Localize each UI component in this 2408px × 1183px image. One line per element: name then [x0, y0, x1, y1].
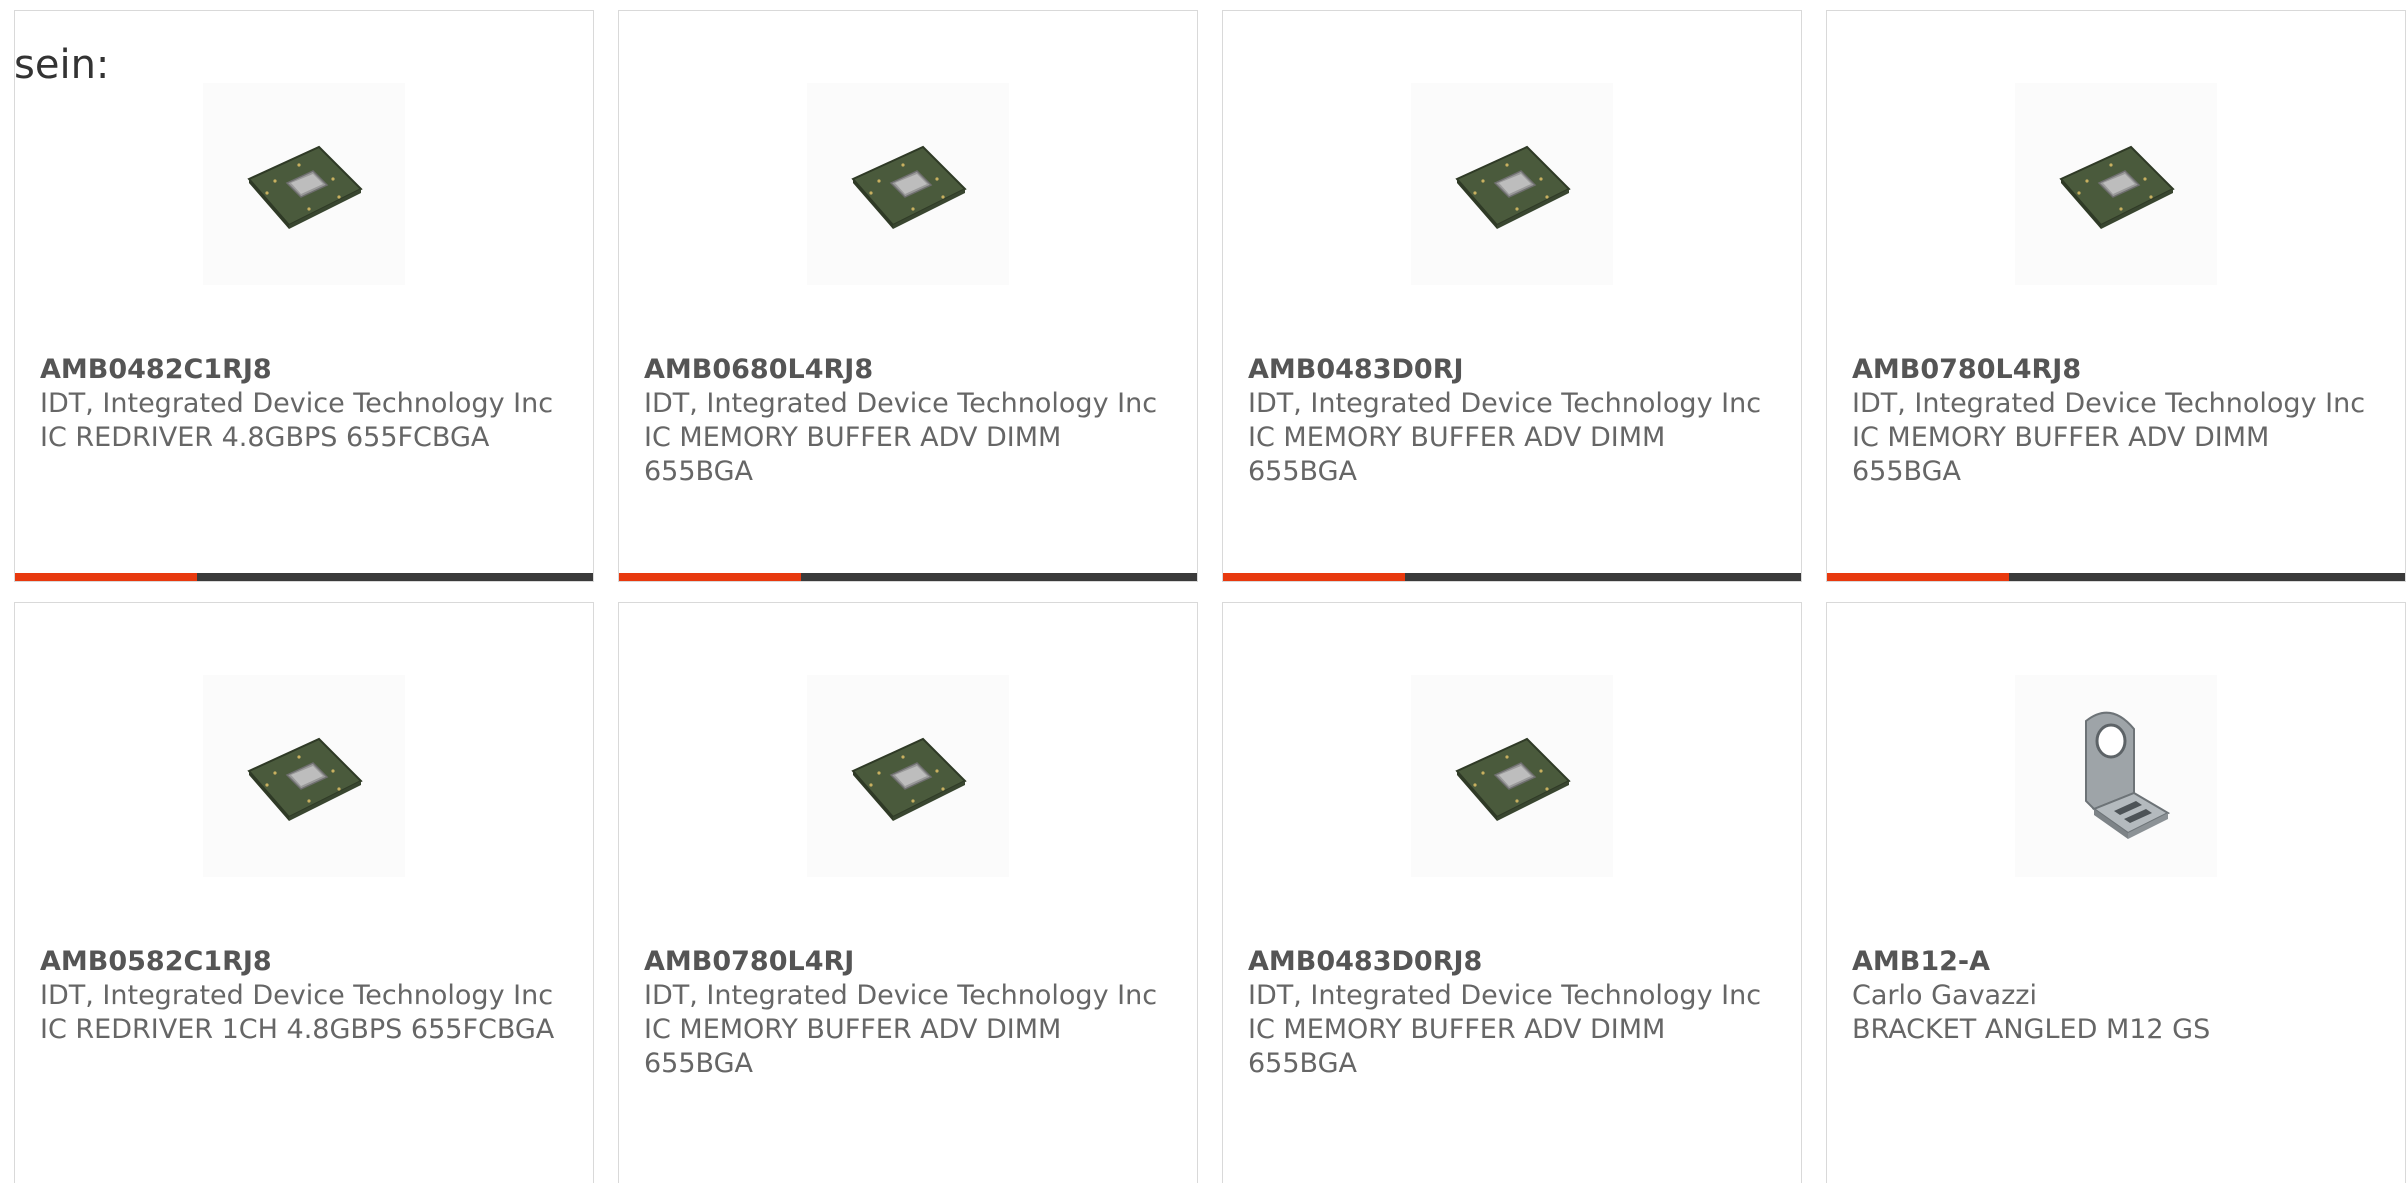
description: IC MEMORY BUFFER ADV DIMM 655BGA	[1248, 422, 1666, 487]
product-card[interactable]: AMB0780L4RJ8 IDT, Integrated Device Tech…	[1826, 10, 2406, 582]
card-bottom-bar	[1223, 573, 1801, 581]
description: IC REDRIVER 1CH 4.8GBPS 655FCBGA	[40, 1014, 555, 1045]
product-card[interactable]: AMB0482C1RJ8 IDT, Integrated Device Tech…	[14, 10, 594, 582]
chip-icon	[1447, 731, 1577, 821]
card-accent-bar	[15, 573, 197, 581]
product-card[interactable]: AMB0582C1RJ8 IDT, Integrated Device Tech…	[14, 602, 594, 1183]
product-image[interactable]	[807, 675, 1009, 877]
card-bottom-bar	[619, 573, 1197, 581]
bracket-icon	[2056, 701, 2176, 851]
chip-icon	[239, 731, 369, 821]
product-image[interactable]	[807, 83, 1009, 285]
description: BRACKET ANGLED M12 GS	[1852, 1014, 2211, 1045]
card-bottom-bar	[1827, 573, 2405, 581]
chip-icon	[843, 139, 973, 229]
manufacturer: IDT, Integrated Device Technology Inc	[1852, 388, 2366, 419]
part-number[interactable]: AMB0780L4RJ8	[1852, 353, 2382, 387]
manufacturer: IDT, Integrated Device Technology Inc	[1248, 980, 1762, 1011]
description: IC REDRIVER 4.8GBPS 655FCBGA	[40, 422, 490, 453]
chip-icon	[843, 731, 973, 821]
part-number[interactable]: AMB0582C1RJ8	[40, 945, 570, 979]
part-number[interactable]: AMB0780L4RJ	[644, 945, 1174, 979]
product-card[interactable]: AMB0483D0RJ8 IDT, Integrated Device Tech…	[1222, 602, 1802, 1183]
product-card[interactable]: AMB0780L4RJ IDT, Integrated Device Techn…	[618, 602, 1198, 1183]
part-number[interactable]: AMB0482C1RJ8	[40, 353, 570, 387]
product-card[interactable]: AMB0680L4RJ8 IDT, Integrated Device Tech…	[618, 10, 1198, 582]
product-image[interactable]	[203, 83, 405, 285]
product-image[interactable]	[2015, 83, 2217, 285]
manufacturer: IDT, Integrated Device Technology Inc	[40, 388, 554, 419]
product-image[interactable]	[1411, 83, 1613, 285]
card-accent-bar	[619, 573, 801, 581]
product-image[interactable]	[203, 675, 405, 877]
description: IC MEMORY BUFFER ADV DIMM 655BGA	[1852, 422, 2270, 487]
card-accent-bar	[1827, 573, 2009, 581]
manufacturer: IDT, Integrated Device Technology Inc	[644, 388, 1158, 419]
chip-icon	[2051, 139, 2181, 229]
chip-icon	[1447, 139, 1577, 229]
card-accent-bar	[1223, 573, 1405, 581]
manufacturer: Carlo Gavazzi	[1852, 980, 2037, 1011]
description: IC MEMORY BUFFER ADV DIMM 655BGA	[644, 422, 1062, 487]
manufacturer: IDT, Integrated Device Technology Inc	[644, 980, 1158, 1011]
product-card[interactable]: AMB12-A Carlo Gavazzi BRACKET ANGLED M12…	[1826, 602, 2406, 1183]
description: IC MEMORY BUFFER ADV DIMM 655BGA	[644, 1014, 1062, 1079]
product-grid: AMB0482C1RJ8 IDT, Integrated Device Tech…	[14, 10, 2406, 1183]
product-image[interactable]	[1411, 675, 1613, 877]
chip-icon	[239, 139, 369, 229]
description: IC MEMORY BUFFER ADV DIMM 655BGA	[1248, 1014, 1666, 1079]
card-bottom-bar	[15, 573, 593, 581]
part-number[interactable]: AMB0483D0RJ	[1248, 353, 1778, 387]
product-card[interactable]: AMB0483D0RJ IDT, Integrated Device Techn…	[1222, 10, 1802, 582]
part-number[interactable]: AMB0483D0RJ8	[1248, 945, 1778, 979]
manufacturer: IDT, Integrated Device Technology Inc	[1248, 388, 1762, 419]
part-number[interactable]: AMB12-A	[1852, 945, 2382, 979]
part-number[interactable]: AMB0680L4RJ8	[644, 353, 1174, 387]
intro-text: sein:	[14, 42, 110, 88]
product-image[interactable]	[2015, 675, 2217, 877]
manufacturer: IDT, Integrated Device Technology Inc	[40, 980, 554, 1011]
